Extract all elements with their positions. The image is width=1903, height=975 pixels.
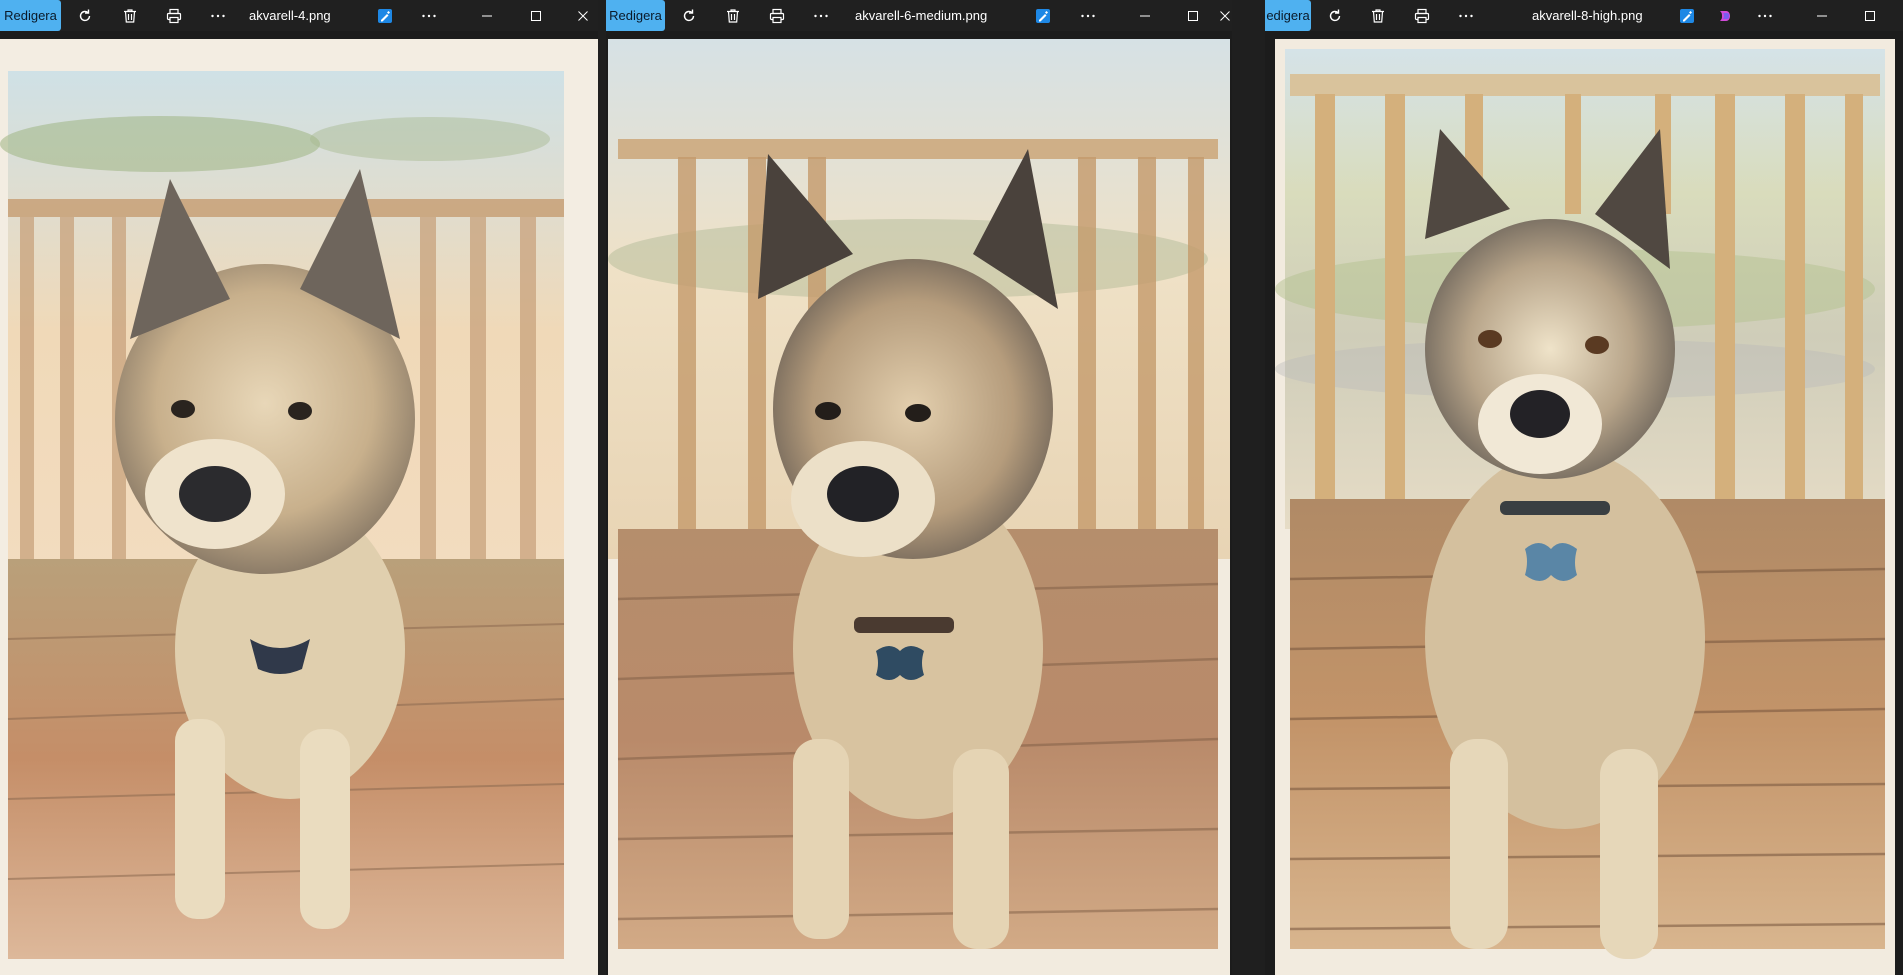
- image-canvas: [0, 31, 598, 975]
- edit-button[interactable]: Redigera: [606, 0, 665, 31]
- rotate-icon[interactable]: [676, 0, 702, 31]
- minimize-icon[interactable]: [472, 0, 502, 31]
- watercolor-dog-image: [0, 39, 598, 975]
- title-bar[interactable]: Redigera akvarell-4.png: [0, 0, 598, 31]
- more-icon[interactable]: [205, 0, 231, 31]
- file-name: akvarell-6-medium.png: [855, 8, 988, 23]
- delete-icon[interactable]: [720, 0, 746, 31]
- more-icon[interactable]: [808, 0, 834, 31]
- watercolor-dog-image: [608, 39, 1230, 975]
- delete-icon[interactable]: [117, 0, 143, 31]
- more-icon[interactable]: [1453, 0, 1479, 31]
- editor-icon[interactable]: [1032, 0, 1054, 31]
- more-icon[interactable]: [416, 0, 442, 31]
- title-bar[interactable]: Redigera akvarell-6-medium.png: [606, 0, 1232, 31]
- file-name: akvarell-4.png: [249, 8, 331, 23]
- image-canvas: [1265, 31, 1903, 975]
- maximize-icon[interactable]: [1178, 0, 1208, 31]
- print-icon[interactable]: [764, 0, 790, 31]
- minimize-icon[interactable]: [1130, 0, 1160, 31]
- more-icon[interactable]: [1075, 0, 1101, 31]
- maximize-icon[interactable]: [1855, 0, 1885, 31]
- title-bar[interactable]: edigera akvarell-8-high.png: [1265, 0, 1903, 31]
- delete-icon[interactable]: [1365, 0, 1391, 31]
- photo-window-1: Redigera akvarell-4.png: [0, 0, 598, 975]
- rotate-icon[interactable]: [1322, 0, 1348, 31]
- watercolor-dog-image: [1275, 39, 1895, 975]
- minimize-icon[interactable]: [1807, 0, 1837, 31]
- close-icon[interactable]: [1212, 0, 1232, 31]
- photo-window-3: edigera akvarell-8-high.png: [1265, 0, 1903, 975]
- copilot-icon[interactable]: [1714, 0, 1736, 31]
- file-name: akvarell-8-high.png: [1532, 8, 1643, 23]
- editor-icon[interactable]: [1676, 0, 1698, 31]
- print-icon[interactable]: [161, 0, 187, 31]
- more-icon[interactable]: [1752, 0, 1778, 31]
- close-icon[interactable]: [568, 0, 598, 31]
- edit-button[interactable]: Redigera: [0, 0, 61, 31]
- photo-window-2: Redigera akvarell-6-medium.png: [606, 0, 1232, 975]
- editor-icon[interactable]: [374, 0, 396, 31]
- print-icon[interactable]: [1409, 0, 1435, 31]
- maximize-icon[interactable]: [521, 0, 551, 31]
- image-canvas: [606, 31, 1232, 975]
- rotate-icon[interactable]: [72, 0, 98, 31]
- edit-button[interactable]: edigera: [1265, 0, 1311, 31]
